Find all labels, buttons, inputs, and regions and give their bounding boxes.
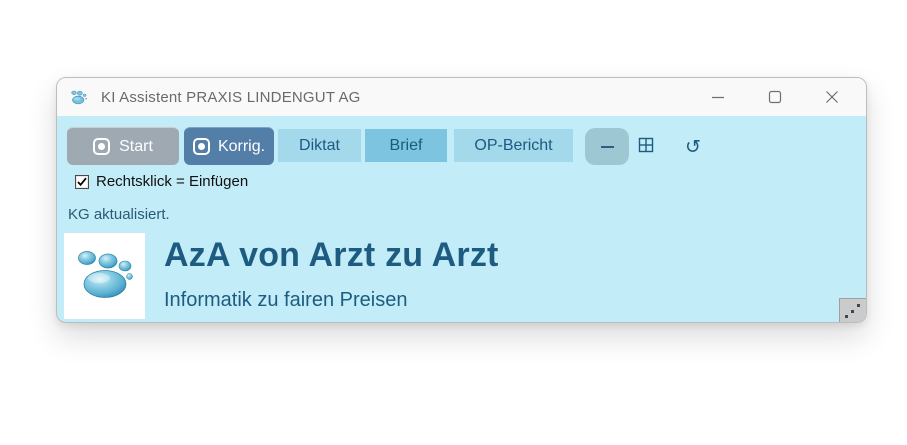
window-controls bbox=[695, 78, 866, 116]
grid-icon bbox=[638, 137, 654, 158]
record-icon bbox=[93, 138, 110, 155]
maximize-button[interactable] bbox=[752, 78, 798, 116]
rightclick-option-row: Rechtsklick = Einfügen bbox=[75, 173, 248, 190]
aza-logo bbox=[64, 233, 145, 319]
op-bericht-button[interactable]: OP-Bericht bbox=[454, 129, 573, 162]
grid-button[interactable] bbox=[632, 133, 660, 161]
minimize-button[interactable] bbox=[695, 78, 741, 116]
close-button[interactable] bbox=[809, 78, 855, 116]
app-logo-icon bbox=[70, 89, 90, 105]
brief-button[interactable]: Brief bbox=[365, 129, 447, 162]
op-bericht-button-label: OP-Bericht bbox=[474, 137, 552, 155]
resize-grip[interactable] bbox=[839, 298, 866, 322]
window-content: Start Korrig. Diktat Brief OP-Bericht bbox=[57, 116, 866, 322]
window-title: KI Assistent PRAXIS LINDENGUT AG bbox=[101, 89, 361, 106]
brand-headline: AzA von Arzt zu Arzt bbox=[164, 236, 499, 275]
rightclick-checkbox[interactable] bbox=[75, 175, 89, 189]
diktat-button[interactable]: Diktat bbox=[278, 129, 361, 162]
brief-button-label: Brief bbox=[390, 137, 423, 155]
korrig-button-label: Korrig. bbox=[218, 138, 265, 156]
status-message: KG aktualisiert. bbox=[68, 206, 170, 223]
record-icon bbox=[193, 138, 210, 155]
minus-button[interactable] bbox=[585, 128, 629, 165]
minus-icon bbox=[601, 146, 614, 148]
undo-rotate-icon: ↺ bbox=[685, 138, 701, 157]
start-button-label: Start bbox=[119, 138, 153, 156]
korrig-button[interactable]: Korrig. bbox=[184, 127, 274, 165]
diktat-button-label: Diktat bbox=[299, 137, 340, 155]
app-window: KI Assistent PRAXIS LINDENGUT AG Start K… bbox=[56, 77, 867, 323]
titlebar[interactable]: KI Assistent PRAXIS LINDENGUT AG bbox=[57, 78, 866, 116]
brand-tagline: Informatik zu fairen Preisen bbox=[164, 289, 407, 312]
undo-rotate-button[interactable]: ↺ bbox=[679, 133, 707, 161]
start-button[interactable]: Start bbox=[67, 127, 179, 165]
rightclick-checkbox-label: Rechtsklick = Einfügen bbox=[96, 173, 248, 190]
